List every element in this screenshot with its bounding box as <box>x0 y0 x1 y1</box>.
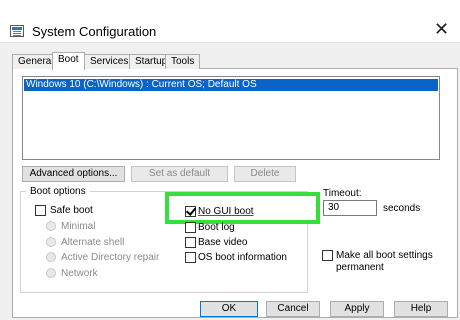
advanced-options-button[interactable]: Advanced options... <box>22 166 125 182</box>
base-video-label: Base video <box>198 237 248 248</box>
system-configuration-app-icon <box>10 25 24 37</box>
close-icon[interactable]: ✕ <box>434 20 449 38</box>
safe-mode-ad-repair-radio[interactable] <box>46 252 56 262</box>
safe-boot-checkbox[interactable] <box>35 205 46 216</box>
os-list[interactable]: Windows 10 (C:\Windows) : Current OS; De… <box>22 76 440 160</box>
safe-mode-minimal-radio[interactable] <box>46 221 56 231</box>
no-gui-boot-label: No GUI boot <box>198 206 254 217</box>
safe-boot-label: Safe boot <box>50 205 93 216</box>
set-as-default-button[interactable]: Set as default <box>131 166 228 182</box>
boot-log-label: Boot log <box>198 222 235 233</box>
os-list-item-selected[interactable]: Windows 10 (C:\Windows) : Current OS; De… <box>24 79 438 91</box>
tab-services[interactable]: Services <box>84 54 135 69</box>
base-video-checkbox[interactable] <box>185 237 196 248</box>
window-title: System Configuration <box>32 24 157 39</box>
safe-mode-network-radio[interactable] <box>46 268 56 278</box>
os-boot-information-checkbox[interactable] <box>185 252 196 263</box>
apply-button[interactable]: Apply <box>330 301 384 317</box>
make-permanent-checkbox[interactable] <box>322 250 333 261</box>
timeout-input[interactable]: 30 <box>323 200 377 216</box>
make-permanent-label-line1: Make all boot settings <box>336 250 433 261</box>
title-bar: System Configuration ✕ <box>0 0 460 43</box>
timeout-unit-label: seconds <box>383 203 421 214</box>
delete-button[interactable]: Delete <box>234 166 296 182</box>
cancel-button[interactable]: Cancel <box>266 301 320 317</box>
boot-log-checkbox[interactable] <box>185 222 196 233</box>
timeout-label: Timeout: <box>323 188 362 199</box>
tab-boot[interactable]: Boot <box>52 52 85 70</box>
safe-mode-ad-repair-label: Active Directory repair <box>61 252 160 263</box>
make-permanent-label-line2: permanent <box>336 262 384 273</box>
safe-mode-alternate-shell-radio[interactable] <box>46 237 56 247</box>
tab-tools[interactable]: Tools <box>165 54 201 69</box>
no-gui-boot-checkbox[interactable] <box>185 206 196 217</box>
os-boot-information-label: OS boot information <box>198 252 287 263</box>
safe-mode-minimal-label: Minimal <box>61 221 96 232</box>
safe-mode-network-label: Network <box>61 268 98 279</box>
boot-options-legend: Boot options <box>26 186 90 197</box>
ok-button[interactable]: OK <box>200 301 258 317</box>
help-button[interactable]: Help <box>394 301 448 317</box>
safe-mode-alternate-shell-label: Alternate shell <box>61 237 125 248</box>
